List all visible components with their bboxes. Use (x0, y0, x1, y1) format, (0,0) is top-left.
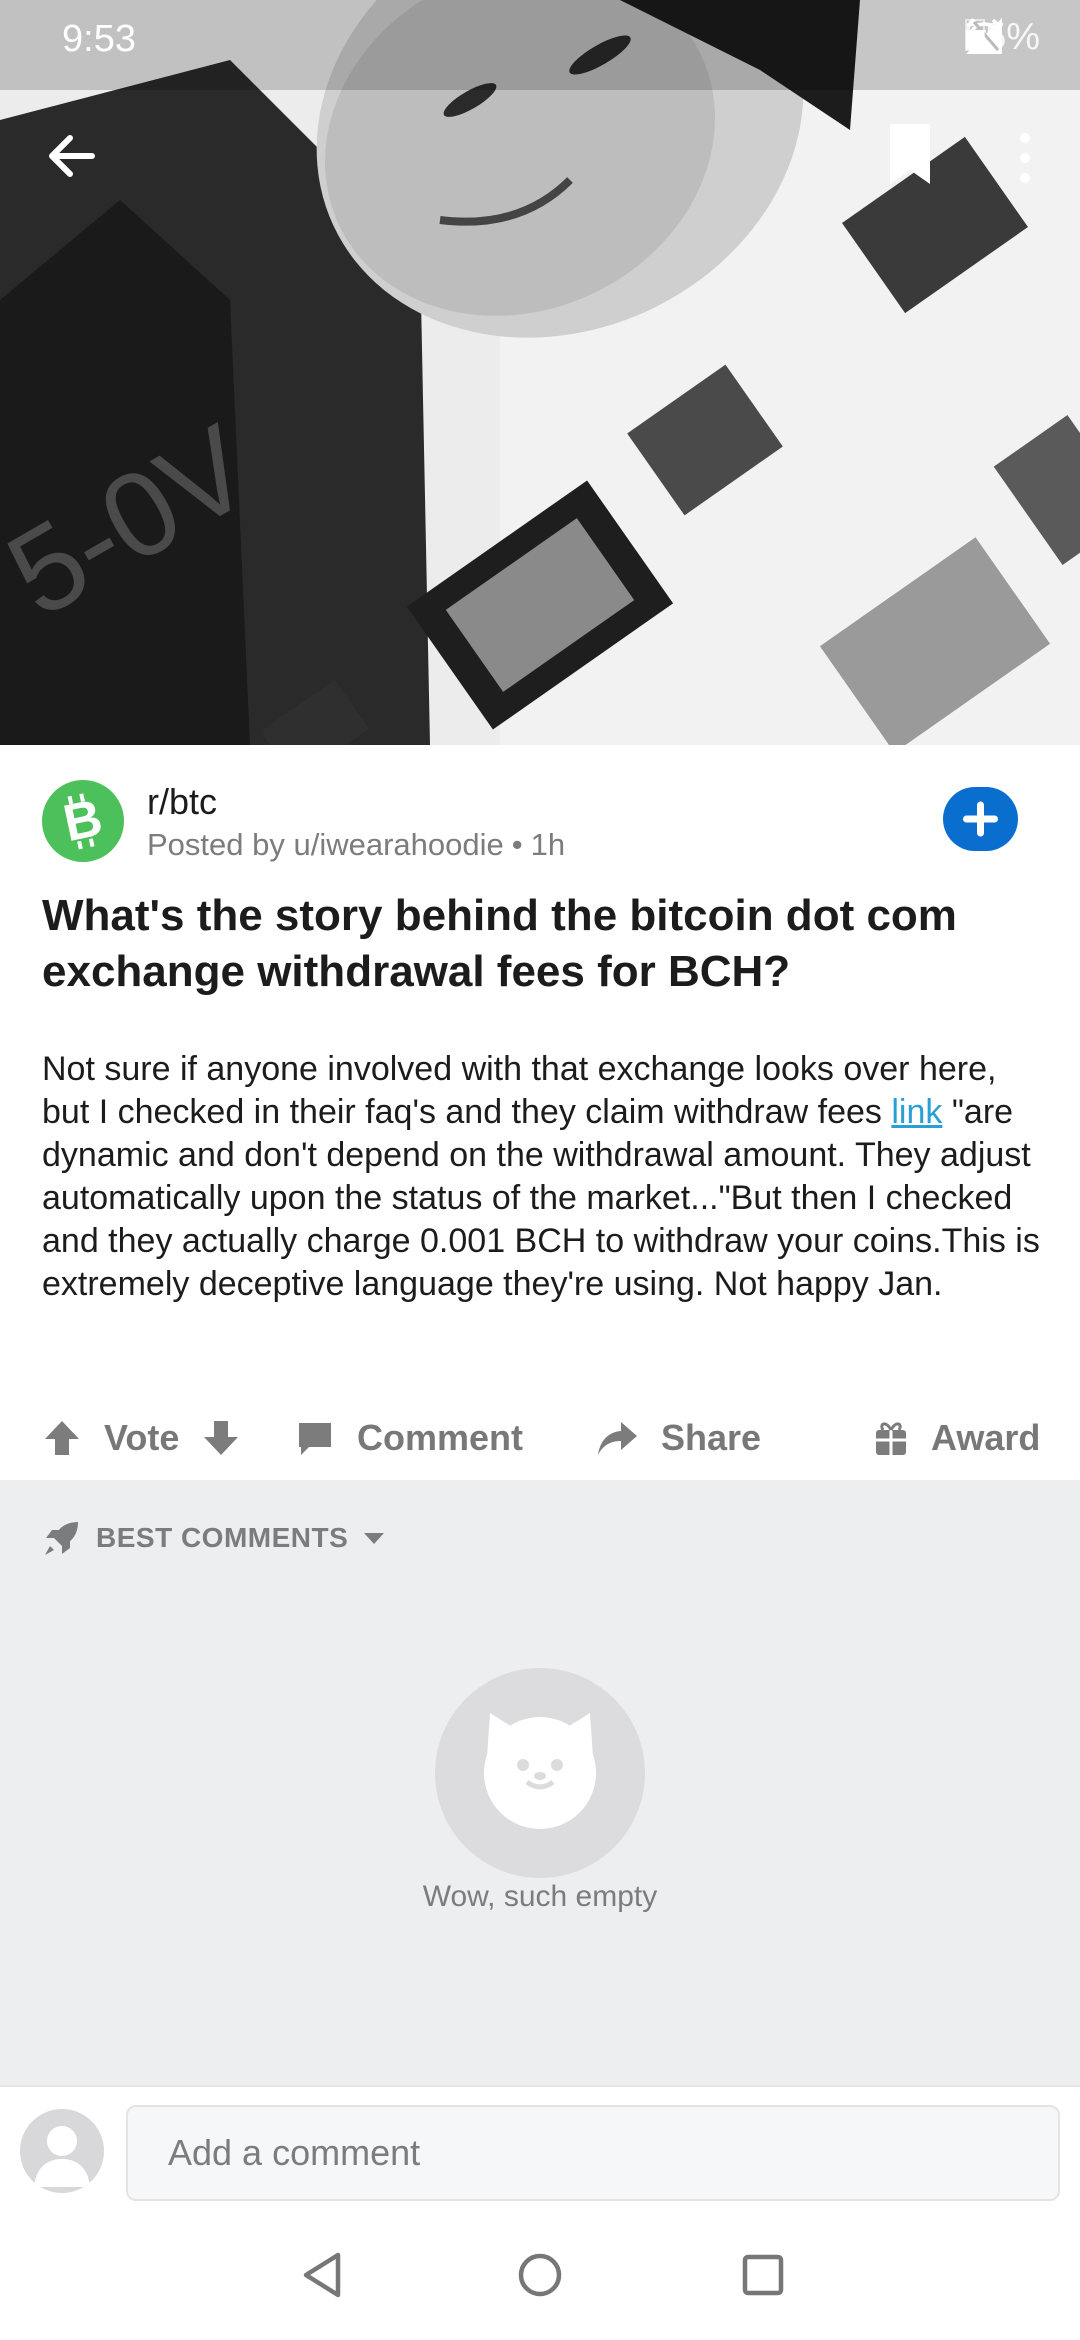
share-label: Share (661, 1416, 762, 1458)
square-recents-icon (742, 2254, 784, 2296)
post-body-link[interactable]: link (891, 1093, 942, 1131)
award-label: Award (931, 1416, 1041, 1458)
comments-section: BEST COMMENTS Wow, such empty (0, 1480, 1080, 2085)
back-button[interactable] (42, 126, 102, 186)
join-subreddit-button[interactable] (943, 787, 1018, 851)
award-button[interactable]: Award (873, 1395, 1040, 1480)
nav-home-button[interactable] (510, 2245, 570, 2305)
empty-state-illustration (435, 1668, 645, 1878)
post-image[interactable]: 5-0V 9:53 55% (0, 0, 1080, 745)
plus-icon (963, 801, 998, 837)
circle-home-icon (518, 2253, 562, 2297)
post-title: What's the story behind the bitcoin dot … (42, 891, 957, 996)
nav-recents-button[interactable] (733, 2245, 793, 2305)
subreddit-name[interactable]: r/btc (147, 781, 217, 823)
post-meta: Posted by u/iwearahoodie • 1h (147, 827, 565, 863)
status-icons: 55% (964, 16, 1040, 59)
battery-icon (964, 19, 985, 51)
share-button[interactable]: Share (595, 1395, 761, 1480)
status-time: 9:53 (62, 18, 136, 60)
post-body-text: Not sure if anyone involved with that ex… (42, 1050, 997, 1131)
share-icon (598, 1421, 637, 1455)
more-vertical-icon (1020, 133, 1030, 183)
post-author[interactable]: Posted by u/iwearahoodie (147, 827, 504, 863)
save-post-button[interactable] (880, 120, 940, 190)
meta-separator: • (511, 827, 523, 862)
arrow-up-icon[interactable] (42, 1418, 82, 1458)
subreddit-avatar[interactable]: B (42, 780, 124, 862)
post-age: 1h (530, 827, 566, 862)
comment-composer: Add a comment (0, 2085, 1080, 2215)
comment-sort-selector[interactable]: BEST COMMENTS (42, 1518, 386, 1558)
user-avatar-icon (34, 2126, 90, 2187)
caret-down-icon (364, 1533, 385, 1544)
comment-button[interactable]: Comment (295, 1395, 523, 1480)
avatar[interactable] (20, 2109, 104, 2193)
rocket-icon (45, 1522, 78, 1555)
triangle-back-icon (303, 2252, 341, 2298)
nav-back-button[interactable] (292, 2245, 352, 2305)
vote-label: Vote (104, 1416, 180, 1458)
status-bar: 9:53 55% (0, 0, 1080, 80)
gift-icon (876, 1422, 906, 1455)
comment-icon (299, 1422, 331, 1455)
arrow-left-icon (49, 135, 95, 177)
cat-icon (484, 1713, 596, 1829)
post-body: Not sure if anyone involved with that ex… (42, 1048, 1042, 1306)
post-header: B r/btc Posted by u/iwearahoodie • 1h (0, 745, 1080, 875)
post-action-bar: Vote Comment Share Award (0, 1395, 1080, 1480)
more-options-button[interactable] (1005, 124, 1045, 194)
comment-input[interactable]: Add a comment (126, 2105, 1060, 2201)
arrow-down-icon[interactable] (201, 1418, 241, 1458)
sort-label: BEST COMMENTS (96, 1522, 349, 1553)
bitcoin-icon: B (59, 789, 108, 854)
comment-label: Comment (357, 1416, 524, 1458)
vote-group: Vote (42, 1395, 241, 1480)
bookmark-icon (890, 124, 930, 184)
post-toolbar (0, 110, 1080, 190)
empty-state-text: Wow, such empty (422, 1880, 658, 1913)
system-navigation-bar (0, 2215, 1080, 2340)
